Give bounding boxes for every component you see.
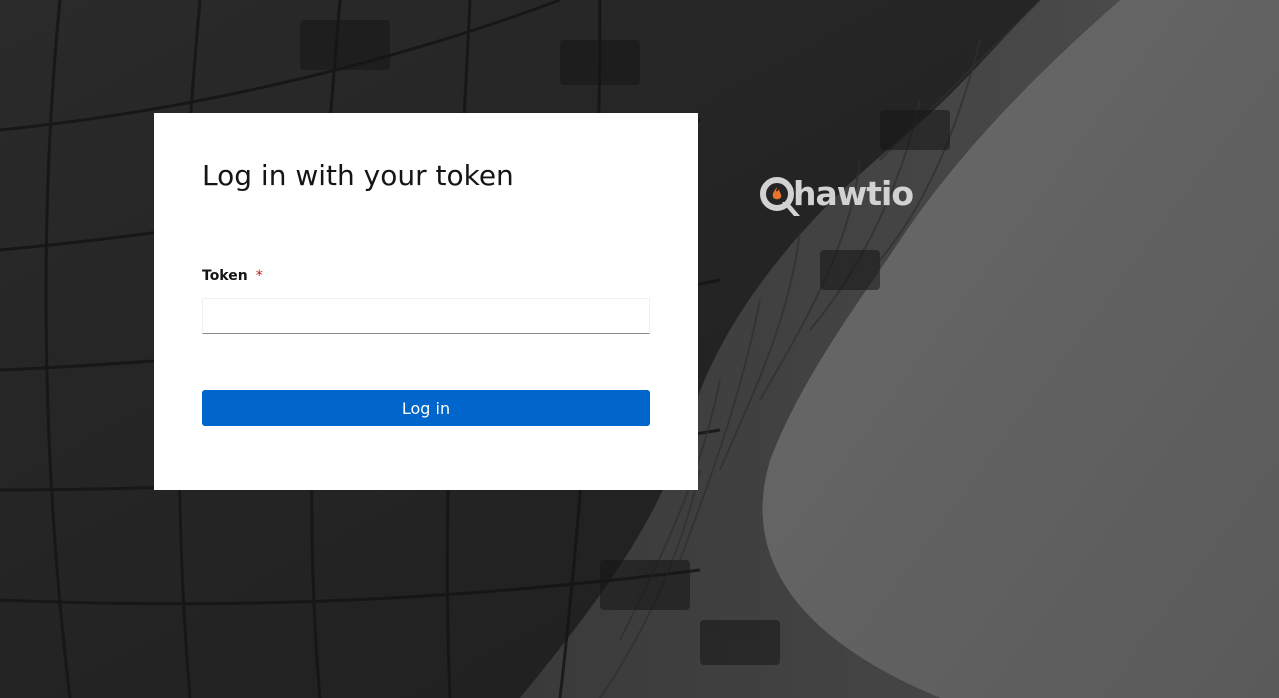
brand-logo: hawtio: [760, 172, 920, 218]
required-marker: *: [255, 268, 263, 284]
login-page: Log in with your token Token * Log in haw…: [0, 0, 1279, 698]
log-in-button[interactable]: Log in: [202, 390, 650, 426]
token-input[interactable]: [202, 298, 650, 334]
login-title: Log in with your token: [202, 159, 514, 192]
login-card: Log in with your token Token * Log in: [154, 113, 698, 490]
brand-name: hawtio: [793, 174, 914, 213]
token-label: Token *: [202, 268, 263, 284]
token-label-text: Token: [202, 268, 248, 284]
